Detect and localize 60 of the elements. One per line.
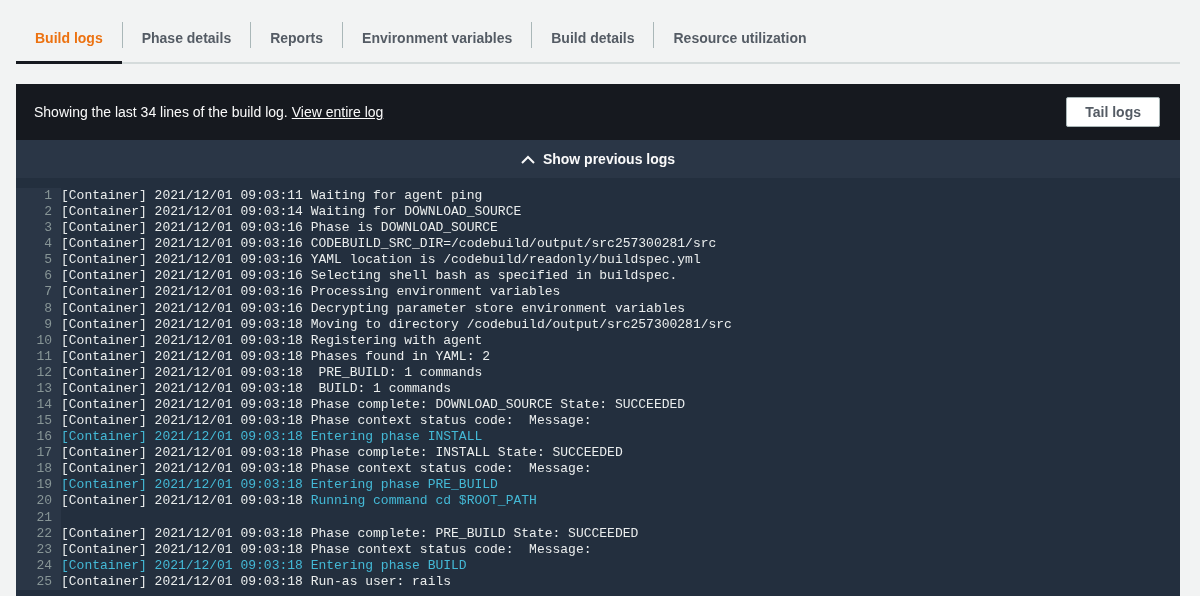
log-text: [Container] 2021/12/01 09:03:16 YAML location is /codebuild/readonly/buildspec.yml [61, 252, 701, 268]
line-number: 2 [43, 204, 53, 221]
line-number: 9 [43, 316, 53, 333]
line-number: 16 [35, 429, 53, 446]
line-number: 21 [35, 509, 53, 526]
line-number: 3 [43, 220, 53, 237]
log-text: [Container] 2021/12/01 09:03:18 BUILD: 1 commands [61, 380, 452, 396]
line-number: 22 [35, 525, 53, 542]
log-text: [Container] 2021/12/01 09:03:18 Phases found in YAML: 2 [61, 348, 491, 364]
chevron-up-icon [520, 154, 535, 164]
line-number: 11 [35, 348, 53, 365]
line-number: 17 [35, 445, 53, 462]
log-text: [Container] 2021/12/01 09:03:18 Phase complete: DOWNLOAD_SOURCE State: SUCCEEDED [61, 397, 686, 412]
show-previous-button[interactable]: Show previous logs [16, 140, 1180, 178]
log-text: [Container] 2021/12/01 09:03:18 Phase context status code: Message: [61, 541, 592, 557]
line-number: 12 [35, 364, 53, 381]
line-number: 13 [35, 380, 53, 397]
log-text: [Container] 2021/12/01 09:03:18 Phase context status code: Message: [61, 413, 592, 429]
line-number: 19 [35, 477, 53, 494]
line-number: 5 [43, 252, 53, 269]
tab[interactable]: Build details [532, 14, 654, 64]
tab[interactable]: Environment variables [343, 14, 532, 64]
tab[interactable]: Phase details [122, 14, 251, 64]
line-number: 20 [35, 493, 53, 510]
log-text: [Container] 2021/12/01 09:03:18 Run-as user: rails [61, 573, 452, 589]
line-number: 7 [43, 284, 53, 301]
log-text: [Container] 2021/12/01 09:03:18 Registering with agent [61, 332, 483, 348]
log-text: [Container] 2021/12/01 09:03:11 Waiting for agent ping [61, 188, 483, 203]
log-text: [Container] 2021/12/01 09:03:16 Selecting shell bash as specified in buildspec. [61, 268, 678, 284]
log-text: [Container] 2021/12/01 09:03:18 Moving to directory /codebuild/output/src257300281/src [61, 316, 732, 332]
log-text: [Container] 2021/12/01 09:03:16 Processing environment variables [61, 284, 561, 300]
line-number: 25 [35, 573, 53, 590]
tab[interactable]: Reports [251, 14, 343, 64]
tail-logs-button[interactable]: Tail logs [1066, 97, 1160, 127]
log-text: [Container] 2021/12/01 09:03:16 CODEBUILD_SRC_DIR=/codebuild/output/src257300281/src [61, 236, 717, 252]
log-text: [Container] 2021/12/01 09:03:16 Phase is DOWNLOAD_SOURCE [61, 220, 498, 236]
view-log-link[interactable]: View entire log [291, 104, 384, 120]
line-number: 23 [35, 541, 53, 558]
log-text: [Container] 2021/12/01 09:03:18 PRE_BUILD: 1 commands [61, 364, 483, 380]
log-text: [Container] 2021/12/01 09:03:18 Entering phase PRE_BUILD [61, 477, 498, 493]
log-summary: Showing the last 34 lines of the build log. View entire log [34, 104, 384, 120]
tab[interactable]: Resource utilization [654, 14, 826, 64]
log-text: [Container] 2021/12/01 09:03:18 Entering phase INSTALL [61, 429, 483, 445]
log-text: Running command cd $ROOT_PATH [310, 493, 537, 509]
line-number: 14 [35, 397, 53, 414]
line-number: 6 [43, 268, 53, 285]
log-text: [Container] 2021/12/01 09:03:14 Waiting for DOWNLOAD_SOURCE [61, 204, 522, 220]
line-number: 18 [35, 461, 53, 478]
line-number: 8 [43, 300, 53, 317]
log-text: [Container] 2021/12/01 09:03:18 Entering phase BUILD [61, 557, 467, 573]
log-text: [Container] 2021/12/01 09:03:16 Decrypting parameter store environment variables [61, 300, 686, 316]
log-text: [Container] 2021/12/01 09:03:18 Phase complete: INSTALL State: SUCCEEDED [61, 445, 623, 461]
line-number: 15 [35, 413, 53, 430]
line-number: 24 [35, 557, 53, 574]
line-number: 10 [35, 332, 53, 349]
log-text: [Container] 2021/12/01 09:03:18 Phase context status code: Message: [61, 461, 592, 477]
line-number: 1 [43, 188, 53, 205]
line-number: 4 [43, 236, 53, 253]
log-text: [Container] 2021/12/01 09:03:18 Phase complete: PRE_BUILD State: SUCCEEDED [61, 525, 639, 541]
log-text: [Container] 2021/12/01 09:03:18 [61, 493, 304, 509]
